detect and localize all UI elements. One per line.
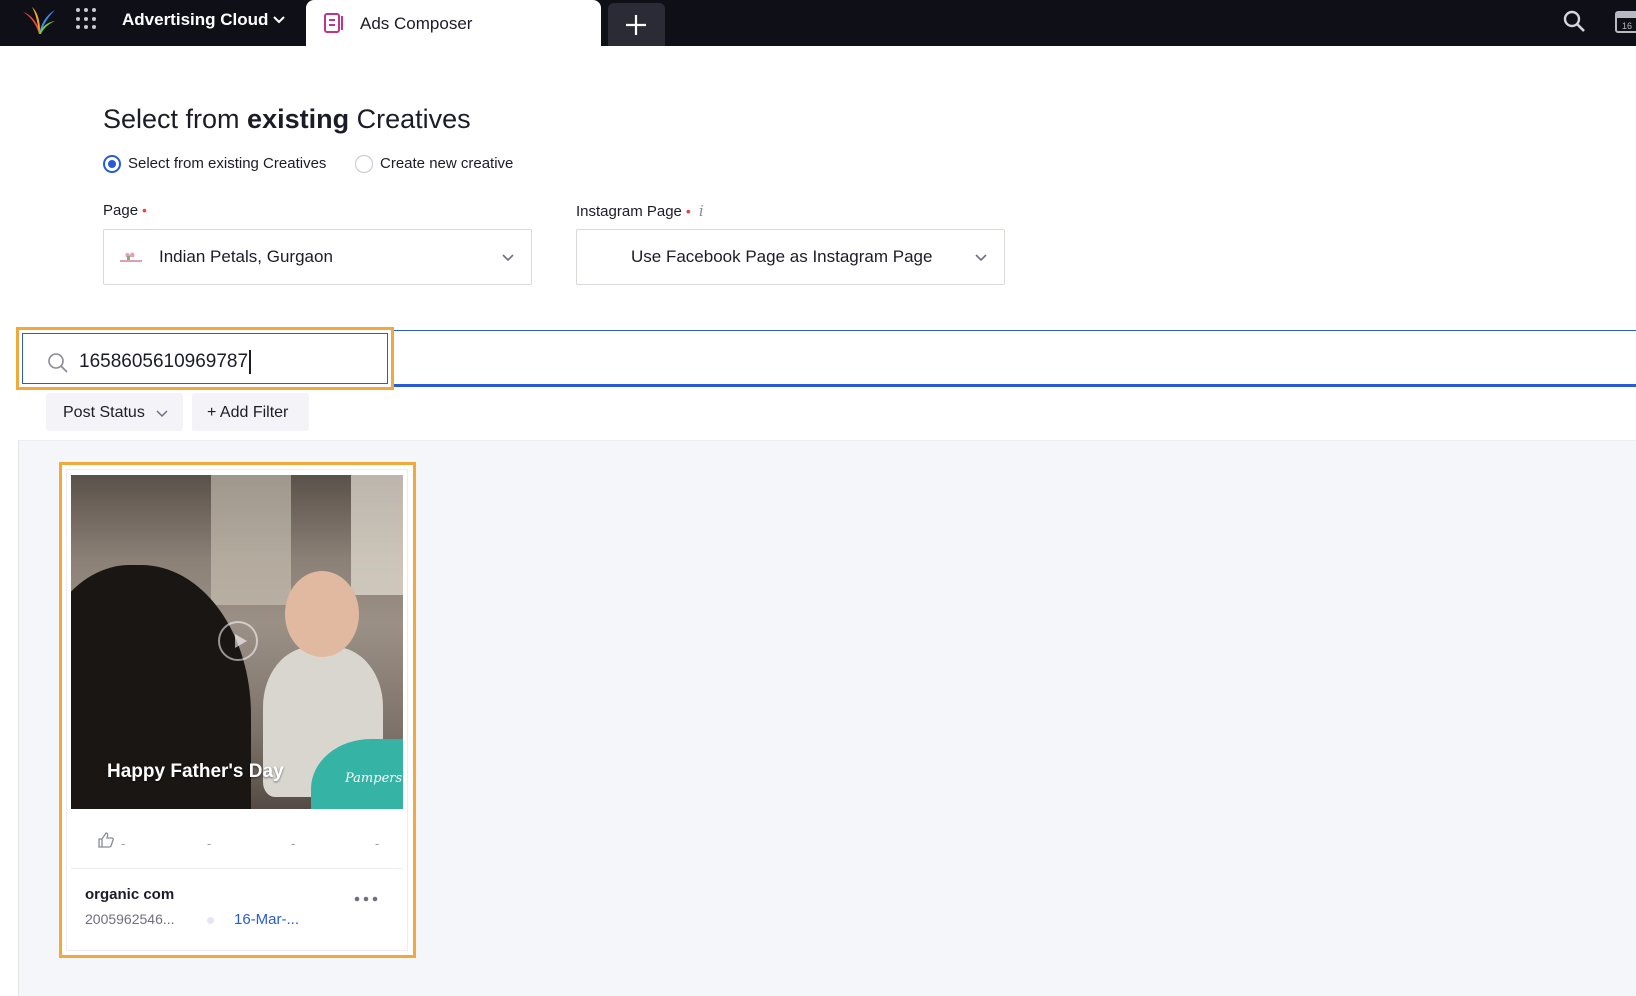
page-avatar-icon: [120, 252, 142, 262]
creative-name: organic com: [85, 886, 175, 903]
thumbs-up-icon: [98, 832, 114, 848]
info-icon[interactable]: i: [699, 202, 704, 220]
page-title: Select from existing Creatives: [103, 104, 471, 135]
creative-card-footer: organic com 2005962546... 16-Mar-...: [71, 870, 403, 950]
chevron-down-icon: [502, 254, 514, 262]
page-select-value: Indian Petals, Gurgaon: [159, 247, 333, 266]
calendar-icon[interactable]: 16: [1614, 8, 1636, 34]
search-input[interactable]: [79, 347, 379, 377]
title-prefix: Select from: [103, 104, 248, 134]
text-cursor: [249, 350, 251, 374]
stat-likes: -: [121, 836, 126, 851]
app-switcher-label[interactable]: Advertising Cloud: [122, 10, 268, 30]
stat-comments: -: [207, 836, 212, 851]
radio-indicator[interactable]: [355, 155, 373, 173]
page-select[interactable]: Indian Petals, Gurgaon: [103, 229, 532, 285]
add-filter-button[interactable]: + Add Filter: [192, 393, 309, 431]
stat-shares: -: [291, 836, 296, 851]
creative-date: 16-Mar-...: [234, 911, 300, 928]
page-label-text: Page: [103, 202, 139, 219]
required-marker: •: [142, 202, 147, 218]
sprinklr-logo-icon[interactable]: [22, 6, 56, 36]
radio-new-label: Create new creative: [380, 155, 514, 172]
filter-bar: Post Status + Add Filter: [18, 390, 1636, 440]
more-options-icon[interactable]: [353, 892, 379, 906]
required-marker: •: [685, 203, 691, 219]
instagram-field-label: Instagram Page • i: [576, 202, 704, 220]
post-status-label: Post Status: [63, 404, 145, 421]
separator-dot: [207, 917, 214, 924]
post-status-filter[interactable]: Post Status: [46, 393, 183, 431]
radio-existing-label: Select from existing Creatives: [128, 155, 327, 172]
play-icon[interactable]: [218, 621, 258, 661]
chevron-down-icon: [156, 410, 168, 418]
search-box-highlight: [16, 327, 394, 390]
title-suffix: Creatives: [349, 104, 471, 134]
instagram-label-text: Instagram Page: [576, 203, 682, 220]
creative-card[interactable]: Pampers Happy Father's Day - - - - organ…: [66, 469, 408, 951]
creative-video-thumbnail[interactable]: Pampers Happy Father's Day: [71, 475, 403, 809]
chevron-down-icon: [975, 254, 987, 262]
search-icon: [48, 353, 68, 373]
instagram-page-select[interactable]: Use Facebook Page as Instagram Page: [576, 229, 1005, 285]
add-tab-button[interactable]: [608, 3, 665, 46]
video-caption: Happy Father's Day: [107, 761, 284, 782]
search-icon[interactable]: [1562, 9, 1586, 33]
calendar-day: 16: [1622, 21, 1632, 31]
title-bold: existing: [247, 104, 350, 134]
plus-icon: [626, 15, 646, 35]
stat-reach: -: [375, 836, 380, 851]
search-bar-focus-line: [392, 330, 1636, 387]
top-bar: Advertising Cloud Ads Composer 16: [0, 0, 1636, 46]
page-field-label: Page •: [103, 202, 147, 219]
search-field[interactable]: [22, 333, 388, 384]
creative-stats: - - - -: [71, 809, 403, 869]
tab-ads-composer[interactable]: Ads Composer: [306, 0, 601, 46]
app-grid-icon[interactable]: [76, 8, 98, 30]
add-filter-label: + Add Filter: [207, 404, 289, 421]
radio-new-creative[interactable]: Create new creative: [355, 154, 530, 174]
tab-label: Ads Composer: [360, 14, 473, 33]
radio-selected-indicator[interactable]: [103, 155, 121, 173]
creative-id: 2005962546...: [85, 911, 175, 927]
brand-logo-text: Pampers: [345, 771, 403, 786]
chevron-down-icon[interactable]: [272, 13, 286, 27]
instagram-select-value: Use Facebook Page as Instagram Page: [631, 247, 933, 266]
ads-composer-icon: [324, 13, 343, 33]
radio-existing-creatives[interactable]: Select from existing Creatives: [103, 154, 338, 174]
